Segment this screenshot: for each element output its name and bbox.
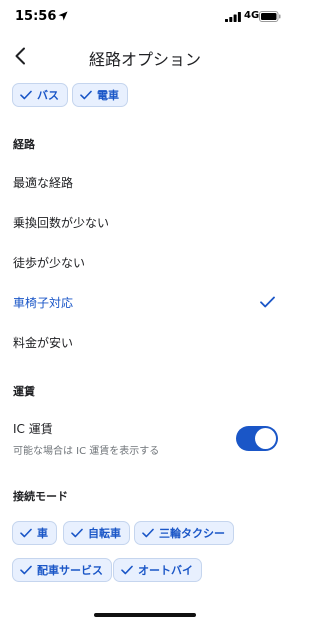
section-title-connection: 接続モード: [13, 490, 68, 503]
route-option-best[interactable]: 最適な経路: [13, 174, 73, 191]
chip-train[interactable]: 電車: [72, 83, 128, 107]
check-icon: [71, 528, 83, 538]
selected-check-icon: [260, 296, 275, 308]
chip-motorcycle[interactable]: オートバイ: [113, 558, 202, 582]
section-title-route: 経路: [13, 138, 35, 151]
chip-label: 電車: [97, 89, 119, 102]
page-title: 経路オプション: [88, 50, 201, 69]
check-icon: [20, 90, 32, 100]
check-icon: [142, 528, 154, 538]
home-indicator[interactable]: [94, 613, 196, 617]
chip-bicycle[interactable]: 自転車: [63, 521, 130, 545]
chip-label: 車: [37, 527, 48, 540]
status-bar: 15:56 4G: [0, 0, 290, 34]
nav-bar: 経路オプション: [0, 36, 290, 76]
cellular-signal-icon: [225, 12, 241, 22]
chip-label: バス: [37, 89, 59, 102]
status-time: 15:56: [15, 9, 57, 24]
route-option-wheelchair[interactable]: 車椅子対応: [13, 294, 73, 311]
chip-ride-hailing[interactable]: 配車サービス: [12, 558, 112, 582]
route-option-cheaper[interactable]: 料金が安い: [13, 334, 73, 351]
location-arrow-icon: [58, 11, 68, 21]
chip-label: 自転車: [88, 527, 121, 540]
ic-fare-title: IC 運賃: [13, 422, 53, 436]
route-option-less-walking[interactable]: 徒歩が少ない: [13, 254, 85, 271]
chip-rickshaw[interactable]: 三輪タクシー: [134, 521, 234, 545]
toggle-knob: [255, 428, 276, 449]
chip-bus[interactable]: バス: [12, 83, 68, 107]
chip-label: オートバイ: [138, 564, 193, 577]
chip-label: 三輪タクシー: [159, 527, 225, 540]
check-icon: [80, 90, 92, 100]
battery-icon: [259, 11, 281, 22]
section-title-fare: 運賃: [13, 385, 35, 398]
network-type: 4G: [244, 10, 260, 21]
route-option-fewer-transfers[interactable]: 乗換回数が少ない: [13, 214, 109, 231]
ic-fare-subtitle: 可能な場合は IC 運賃を表示する: [13, 446, 160, 457]
chip-car[interactable]: 車: [12, 521, 57, 545]
chip-label: 配車サービス: [37, 564, 103, 577]
check-icon: [121, 565, 133, 575]
check-icon: [20, 565, 32, 575]
check-icon: [20, 528, 32, 538]
ic-fare-toggle[interactable]: [236, 426, 278, 451]
